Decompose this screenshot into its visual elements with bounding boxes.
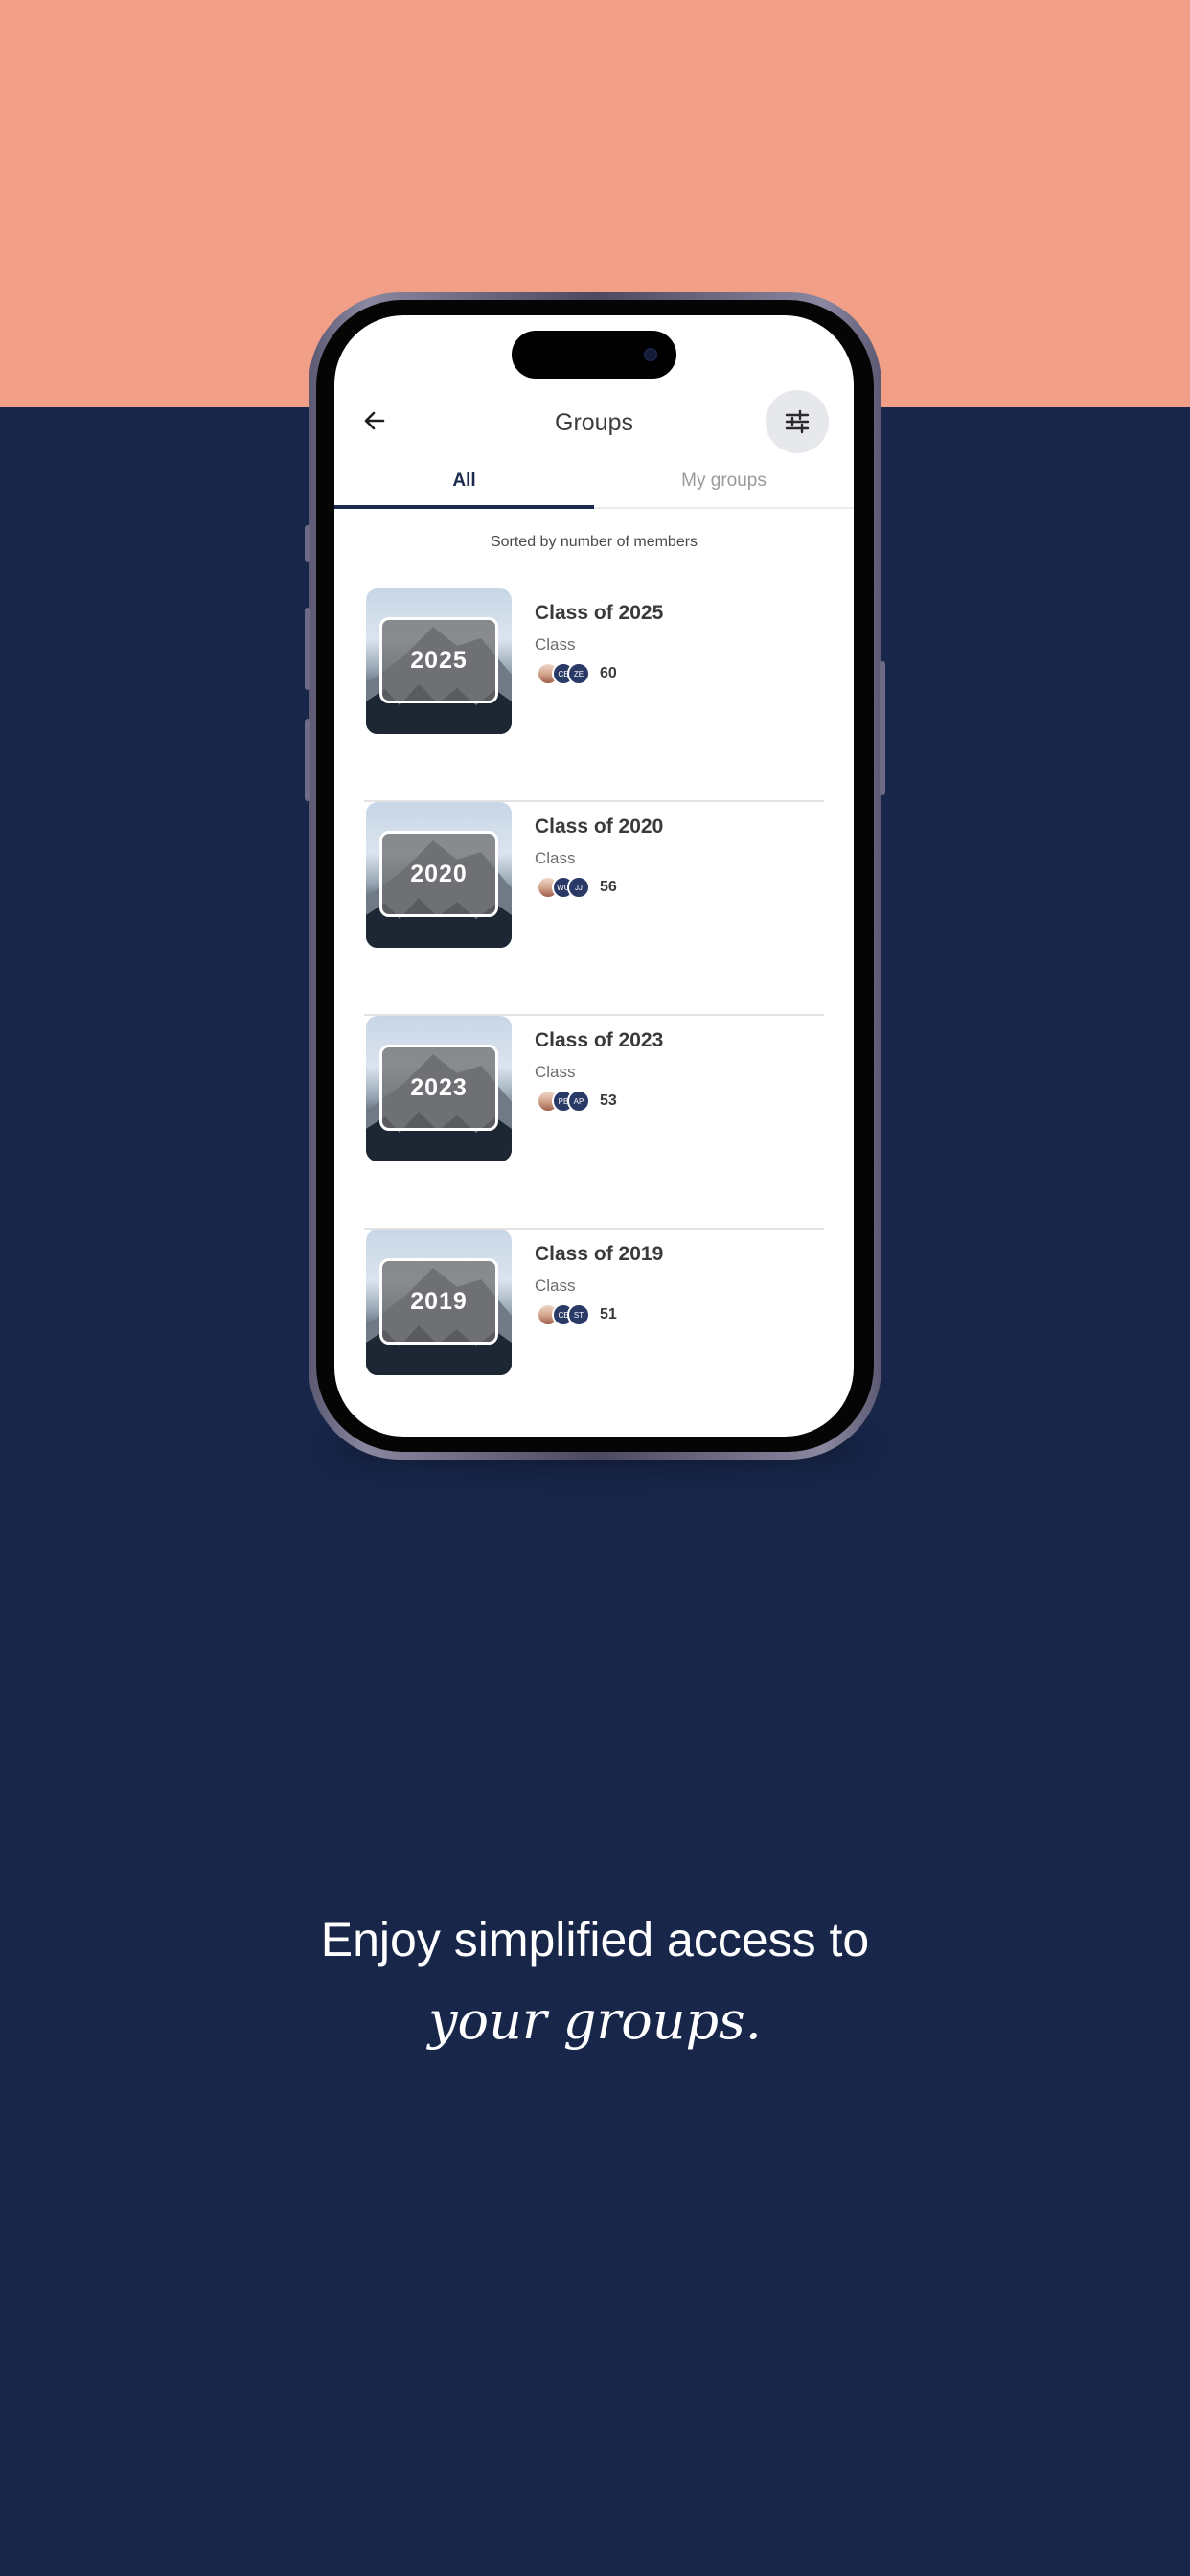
member-avatars: CE ZE 60 <box>537 661 617 686</box>
group-thumbnail: 2020 <box>366 802 512 948</box>
tagline-line-1: Enjoy simplified access to <box>320 1913 870 1966</box>
group-thumbnail: 2023 <box>366 1016 512 1162</box>
year-badge: 2025 <box>379 617 498 703</box>
year-badge: 2020 <box>379 831 498 917</box>
group-thumbnail: 2025 <box>366 588 512 734</box>
avatar: ST <box>567 1303 590 1326</box>
year-badge: 2019 <box>379 1258 498 1345</box>
member-count: 53 <box>600 1092 617 1109</box>
active-tab-indicator <box>334 505 594 509</box>
group-item-2025[interactable]: 2025 Class of 2025 Class CE ZE 60 <box>364 588 824 802</box>
tagline-line-2: your groups. <box>428 1990 762 2051</box>
tab-my-groups[interactable]: My groups <box>594 457 854 505</box>
phone-power-button <box>880 661 885 795</box>
member-avatars: WG JJ 56 <box>537 875 617 900</box>
camera-icon <box>644 348 657 361</box>
member-avatars: PB AP 53 <box>537 1089 617 1114</box>
member-count: 51 <box>600 1306 617 1322</box>
tab-bar: All My groups <box>334 457 854 509</box>
avatar: AP <box>567 1090 590 1113</box>
group-item-2019[interactable]: 2019 Class of 2019 Class CE ST 51 <box>364 1230 824 1437</box>
tagline: Enjoy simplified access to your groups. <box>0 1912 1190 2051</box>
avatar: ZE <box>567 662 590 685</box>
dynamic-island <box>512 331 676 379</box>
group-thumbnail: 2019 <box>366 1230 512 1375</box>
group-type: Class <box>535 635 576 654</box>
group-type: Class <box>535 1063 576 1081</box>
member-count: 60 <box>600 665 617 681</box>
sliders-icon <box>785 409 810 434</box>
group-name: Class of 2020 <box>535 816 664 838</box>
filter-button[interactable] <box>766 390 829 453</box>
phone-volume-up-button <box>305 608 310 690</box>
app-header: Groups <box>334 384 854 461</box>
avatar: JJ <box>567 876 590 899</box>
phone-action-button <box>305 525 310 562</box>
year-badge: 2023 <box>379 1045 498 1131</box>
group-item-2020[interactable]: 2020 Class of 2020 Class WG JJ 56 <box>364 802 824 1016</box>
group-type: Class <box>535 1276 576 1295</box>
member-avatars: CE ST 51 <box>537 1302 617 1327</box>
group-list: 2025 Class of 2025 Class CE ZE 60 2020 C… <box>364 588 824 1437</box>
member-count: 56 <box>600 879 617 895</box>
tab-all[interactable]: All <box>334 457 594 505</box>
group-name: Class of 2023 <box>535 1029 664 1051</box>
group-name: Class of 2019 <box>535 1243 664 1265</box>
group-item-2023[interactable]: 2023 Class of 2023 Class PB AP 53 <box>364 1016 824 1230</box>
sort-note: Sorted by number of members <box>490 534 698 550</box>
group-name: Class of 2025 <box>535 602 664 624</box>
group-type: Class <box>535 849 576 867</box>
phone-screen: Groups All My groups Sorted by number of… <box>334 315 854 1437</box>
phone-volume-down-button <box>305 719 310 801</box>
